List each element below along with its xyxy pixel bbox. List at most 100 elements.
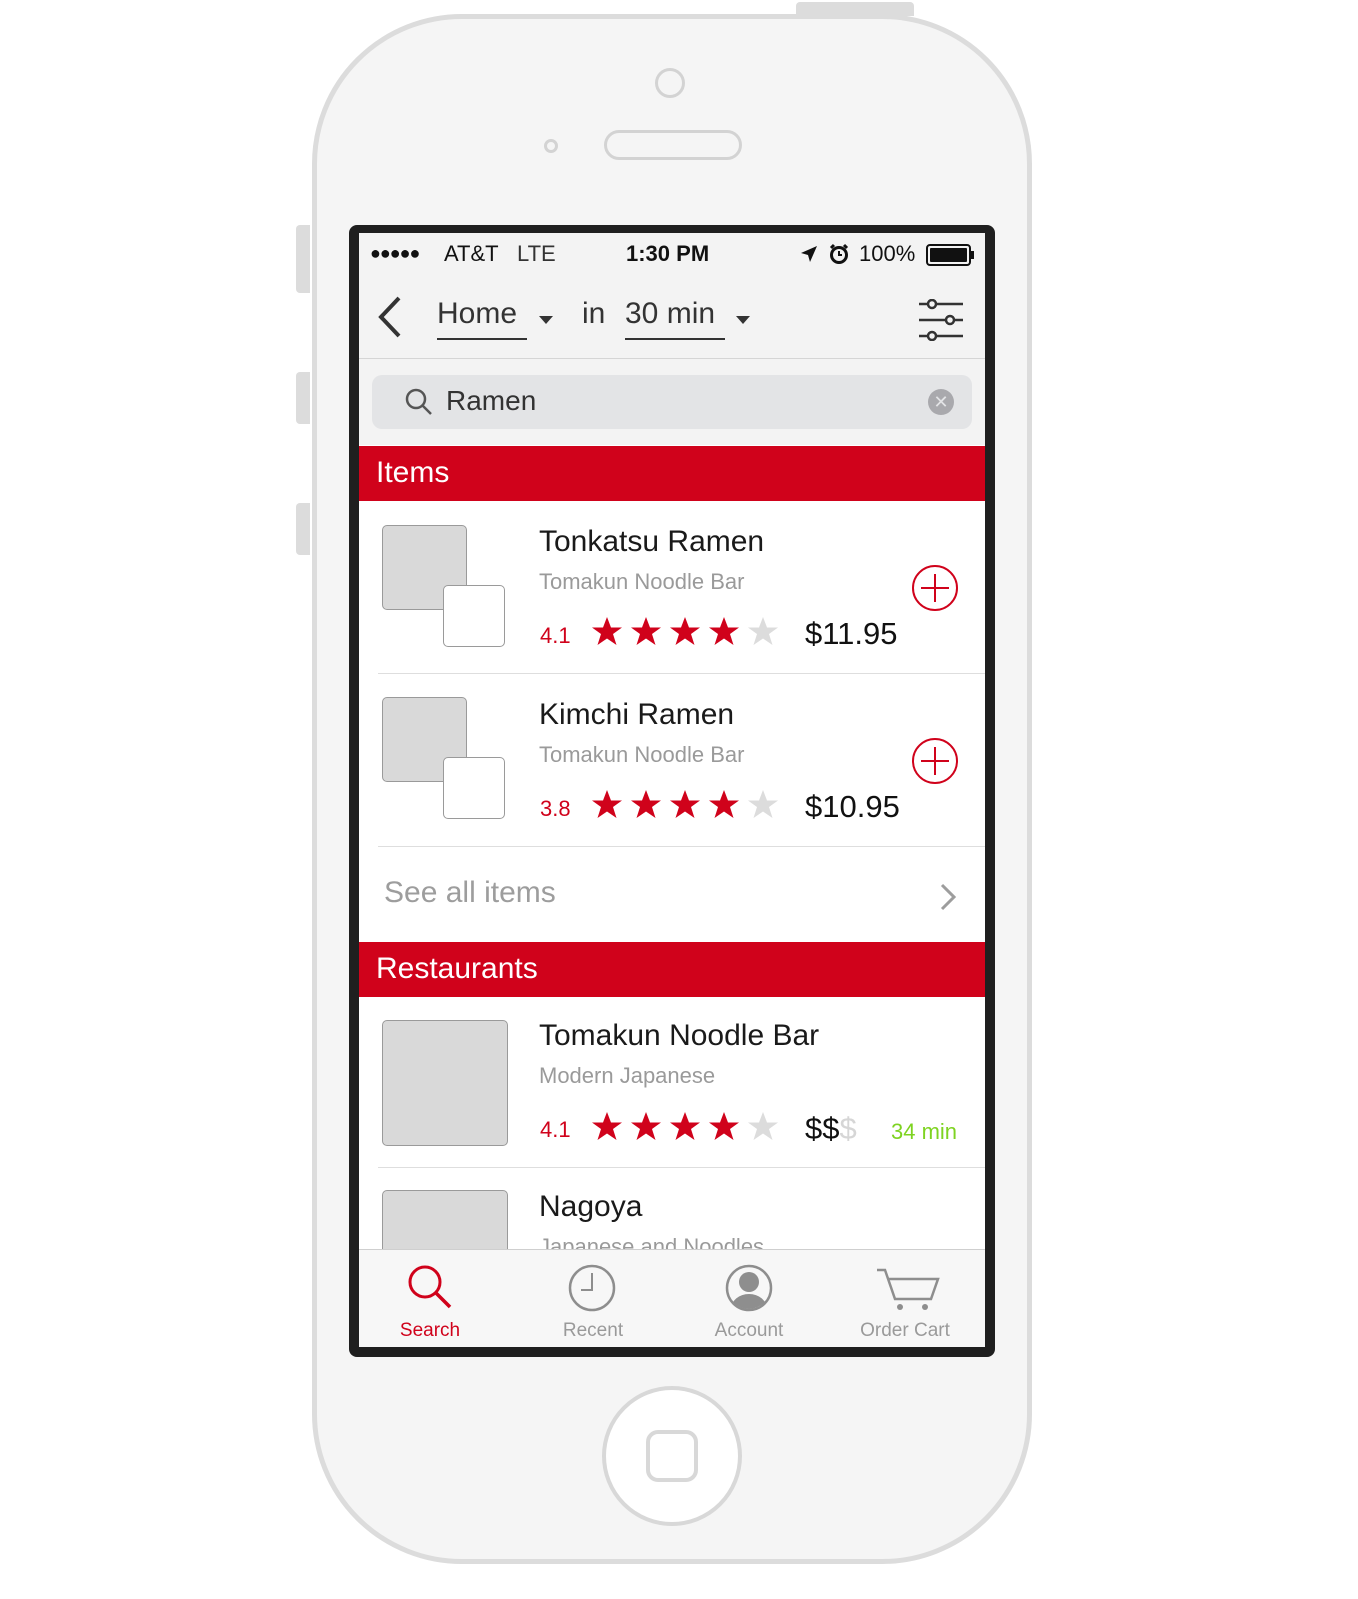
restaurant-cuisine: Japanese and Noodles bbox=[539, 1234, 765, 1249]
restaurant-image-placeholder bbox=[382, 1020, 508, 1146]
item-restaurant: Tomakun Noodle Bar bbox=[539, 742, 745, 767]
star-filled-icon bbox=[669, 1111, 701, 1141]
network-label: LTE bbox=[517, 241, 556, 266]
back-chevron-icon[interactable] bbox=[375, 295, 405, 344]
location-arrow-icon bbox=[799, 244, 819, 269]
star-rating bbox=[591, 789, 786, 824]
price-level-inactive: $ bbox=[839, 1111, 857, 1146]
person-icon bbox=[724, 1263, 774, 1318]
list-item[interactable]: Tomakun Noodle Bar Modern Japanese 4.1 $… bbox=[359, 997, 985, 1167]
item-image-placeholder bbox=[443, 585, 505, 647]
section-title: Items bbox=[376, 456, 450, 489]
search-icon bbox=[406, 1263, 454, 1316]
restaurants-section-header: Restaurants bbox=[359, 942, 985, 997]
restaurant-image-placeholder bbox=[382, 1190, 508, 1249]
location-label: Home bbox=[437, 297, 518, 330]
star-filled-icon bbox=[630, 616, 662, 646]
filter-sliders-icon[interactable] bbox=[918, 298, 964, 346]
see-all-label: See all items bbox=[384, 876, 556, 909]
restaurant-cuisine: Modern Japanese bbox=[539, 1063, 716, 1088]
add-to-cart-button[interactable] bbox=[912, 565, 958, 611]
home-button-square-icon bbox=[646, 1430, 698, 1482]
add-to-cart-button[interactable] bbox=[912, 738, 958, 784]
plus-icon bbox=[921, 747, 949, 775]
time-underline bbox=[625, 338, 725, 340]
alarm-icon bbox=[828, 243, 850, 270]
location-underline bbox=[437, 338, 527, 340]
battery-icon bbox=[926, 244, 976, 271]
in-label: in bbox=[582, 297, 606, 330]
item-image-placeholder bbox=[443, 757, 505, 819]
list-item[interactable]: Nagoya Japanese and Noodles bbox=[359, 1168, 985, 1249]
search-input[interactable]: Ramen ✕ bbox=[372, 375, 972, 429]
search-icon bbox=[404, 387, 434, 422]
star-filled-icon bbox=[669, 616, 701, 646]
signal-dots: ●●●●● bbox=[370, 243, 420, 263]
plus-icon bbox=[921, 574, 949, 602]
list-item[interactable]: Kimchi Ramen Tomakun Noodle Bar 3.8 $10.… bbox=[359, 674, 985, 846]
star-filled-icon bbox=[591, 789, 623, 819]
clock: 1:30 PM bbox=[626, 241, 710, 266]
clear-search-icon[interactable]: ✕ bbox=[928, 389, 954, 415]
restaurant-name: Nagoya bbox=[539, 1190, 643, 1223]
chevron-down-icon bbox=[736, 316, 750, 324]
items-section-header: Items bbox=[359, 446, 985, 501]
status-bar: ●●●●● AT&T LTE 1:30 PM 100% bbox=[359, 233, 985, 277]
tab-label: Order Cart bbox=[860, 1320, 950, 1341]
nav-bar: Home in 30 min bbox=[359, 277, 985, 359]
tab-order-cart[interactable]: Order Cart bbox=[827, 1250, 983, 1347]
front-camera bbox=[655, 68, 685, 98]
clock-icon bbox=[567, 1263, 617, 1318]
item-name: Tonkatsu Ramen bbox=[539, 525, 765, 558]
delivery-eta: 34 min bbox=[891, 1119, 958, 1144]
section-title: Restaurants bbox=[376, 952, 538, 985]
search-area: Ramen ✕ bbox=[359, 359, 985, 445]
price-level-active: $$ bbox=[805, 1111, 840, 1146]
battery-percent: 100% bbox=[859, 241, 916, 266]
star-filled-icon bbox=[591, 1111, 623, 1141]
price-level: $$$ bbox=[805, 1111, 857, 1147]
tab-bar: Search Recent Account Order Cart bbox=[359, 1249, 985, 1347]
star-filled-icon bbox=[591, 616, 623, 646]
item-price: $11.95 bbox=[805, 616, 898, 651]
volume-down-button bbox=[296, 503, 310, 555]
item-restaurant: Tomakun Noodle Bar bbox=[539, 569, 745, 594]
cart-icon bbox=[875, 1267, 941, 1318]
star-filled-icon bbox=[708, 616, 740, 646]
search-query: Ramen bbox=[446, 385, 537, 416]
time-label: 30 min bbox=[625, 297, 716, 330]
list-item[interactable]: Tonkatsu Ramen Tomakun Noodle Bar 4.1 $1… bbox=[359, 501, 985, 673]
star-filled-icon bbox=[708, 1111, 740, 1141]
item-rating: 4.1 bbox=[540, 623, 571, 648]
app-display: ●●●●● AT&T LTE 1:30 PM 100% Home in 30 m… bbox=[359, 233, 985, 1347]
volume-up-button bbox=[296, 372, 310, 424]
restaurant-rating: 4.1 bbox=[540, 1117, 571, 1142]
chevron-right-icon bbox=[939, 883, 957, 916]
star-filled-icon bbox=[669, 789, 701, 819]
location-dropdown[interactable]: Home bbox=[437, 289, 559, 340]
carrier-label: AT&T bbox=[444, 241, 499, 266]
mute-switch bbox=[296, 225, 310, 293]
earpiece-speaker bbox=[604, 130, 742, 160]
star-empty-icon bbox=[747, 616, 779, 646]
proximity-sensor bbox=[544, 139, 558, 153]
tab-label: Account bbox=[714, 1320, 784, 1341]
tab-label: Search bbox=[399, 1320, 461, 1341]
star-filled-icon bbox=[630, 1111, 662, 1141]
tab-search[interactable]: Search bbox=[359, 1250, 515, 1347]
star-rating bbox=[591, 1111, 786, 1146]
tab-recent[interactable]: Recent bbox=[515, 1250, 671, 1347]
star-filled-icon bbox=[630, 789, 662, 819]
tab-label: Recent bbox=[562, 1320, 624, 1341]
top-button bbox=[796, 2, 914, 16]
time-dropdown[interactable]: 30 min bbox=[625, 289, 759, 340]
item-rating: 3.8 bbox=[540, 796, 571, 821]
restaurant-name: Tomakun Noodle Bar bbox=[539, 1019, 820, 1052]
star-rating bbox=[591, 616, 786, 651]
star-empty-icon bbox=[747, 789, 779, 819]
item-name: Kimchi Ramen bbox=[539, 698, 735, 731]
tab-account[interactable]: Account bbox=[671, 1250, 827, 1347]
star-empty-icon bbox=[747, 1111, 779, 1141]
see-all-items-link[interactable]: See all items bbox=[359, 847, 985, 942]
item-price: $10.95 bbox=[805, 789, 900, 824]
